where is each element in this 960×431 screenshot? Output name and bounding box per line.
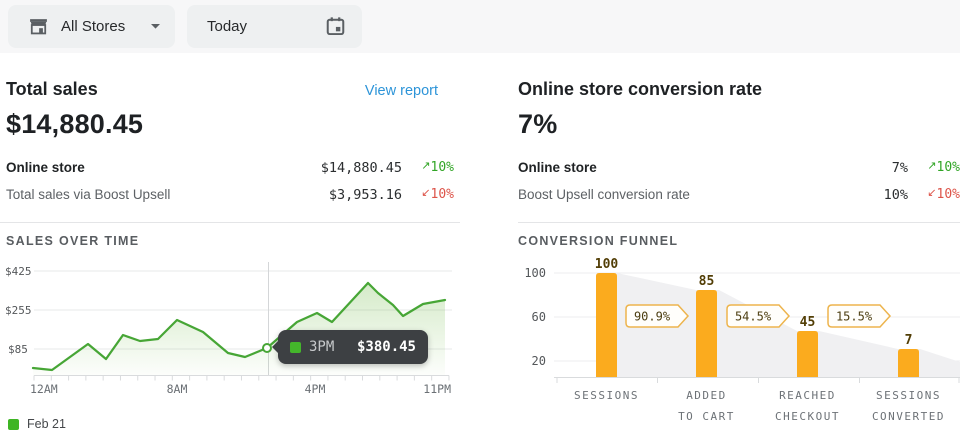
tooltip-time: 3PM [309, 339, 357, 355]
category-label: ADDED [686, 389, 727, 402]
legend-feb21-sales: Feb 21 [8, 417, 460, 431]
category-label: SESSIONS [574, 389, 639, 402]
metric-row-boost-upsell-rate: Boost Upsell conversion rate 10% ↙10% [518, 181, 960, 208]
store-selector-button[interactable]: All Stores [8, 5, 175, 48]
delta-badge-up: ↗10% [402, 160, 454, 175]
conversion-rate-badge: 90.9% [626, 305, 688, 327]
arrow-up-icon: ↗ [927, 159, 936, 172]
category-label: CONVERTED [872, 410, 945, 423]
svg-text:90.9%: 90.9% [634, 310, 671, 324]
arrow-down-icon: ↙ [927, 186, 936, 199]
bar-value: 85 [699, 274, 715, 289]
delta-badge-down: ↙10% [908, 187, 960, 202]
metric-value: 10% [884, 187, 908, 203]
arrow-up-icon: ↗ [421, 159, 430, 172]
conversion-funnel-heading: CONVERSION FUNNEL [518, 222, 960, 248]
legend-swatch-green [8, 419, 19, 430]
calendar-icon [325, 16, 346, 37]
date-range-button[interactable]: Today [187, 5, 362, 48]
total-sales-value: $14,880.45 [6, 109, 454, 140]
category-label: TO CART [678, 410, 735, 423]
funnel-bar[interactable] [696, 290, 717, 377]
conversion-rate-panel: Online store conversion rate 7% Online s… [518, 79, 960, 431]
filter-bar: All Stores Today [0, 0, 960, 53]
metric-row-online-store-rate: Online store 7% ↗10% [518, 154, 960, 181]
metric-value: 7% [892, 160, 908, 176]
series-swatch-green [290, 342, 301, 353]
delta-badge-down: ↙10% [402, 187, 454, 202]
metric-row-boost-upsell-sales: Total sales via Boost Upsell $3,953.16 ↙… [0, 181, 460, 208]
bar-value: 7 [905, 333, 913, 348]
funnel-bar[interactable] [797, 331, 818, 377]
conversion-rate-badge: 54.5% [727, 305, 789, 327]
storefront-icon [28, 16, 49, 37]
bar-value: 45 [800, 315, 816, 330]
store-selector-label: All Stores [61, 18, 140, 35]
y-tick: 20 [532, 354, 546, 368]
funnel-bar[interactable] [596, 273, 617, 377]
x-axis-ticks [557, 378, 959, 384]
category-label: SESSIONS [876, 389, 941, 402]
sales-over-time-heading: SALES OVER TIME [0, 222, 460, 248]
x-tick: 8AM [167, 382, 188, 396]
conversion-rate-value: 7% [518, 109, 954, 140]
category-label: REACHED [779, 389, 836, 402]
x-tick: 4PM [305, 382, 326, 396]
metric-label: Online store [518, 160, 892, 175]
total-sales-title: Total sales [6, 79, 98, 100]
conversion-funnel-chart[interactable]: 100 60 20 100 85 45 7 90.9% 54.5% [518, 254, 960, 431]
bar-value: 100 [595, 257, 619, 272]
total-sales-panel: Total sales View report $14,880.45 Onlin… [0, 79, 460, 431]
metric-value: $3,953.16 [329, 187, 402, 203]
y-tick: 100 [524, 266, 546, 280]
svg-text:15.5%: 15.5% [836, 310, 873, 324]
arrow-down-icon: ↙ [421, 186, 430, 199]
svg-text:54.5%: 54.5% [735, 310, 772, 324]
view-report-link[interactable]: View report [365, 83, 438, 99]
metric-label: Online store [6, 160, 321, 175]
metric-row-online-store-sales: Online store $14,880.45 ↗10% [0, 154, 460, 181]
sales-line-chart[interactable]: $425 $255 $85 12AM 8AM 4PM 11PM 3PM $380… [0, 254, 460, 411]
date-range-label: Today [207, 18, 315, 35]
tooltip-value: $380.45 [357, 339, 416, 355]
delta-badge-up: ↗10% [908, 160, 960, 175]
y-tick: 60 [532, 310, 546, 324]
conversion-rate-title: Online store conversion rate [518, 79, 762, 100]
x-axis-ticks [34, 376, 449, 381]
metric-value: $14,880.45 [321, 160, 402, 176]
hover-point-marker [263, 344, 271, 352]
y-tick: $85 [8, 343, 28, 356]
x-tick: 11PM [423, 382, 451, 396]
chevron-down-icon [150, 23, 161, 30]
category-label: CHECKOUT [775, 410, 840, 423]
x-tick: 12AM [30, 382, 58, 396]
metric-label: Boost Upsell conversion rate [518, 187, 884, 202]
metric-label: Total sales via Boost Upsell [6, 187, 329, 202]
funnel-bar[interactable] [898, 349, 919, 377]
y-tick: $425 [5, 265, 32, 278]
legend-label: Feb 21 [27, 417, 66, 431]
y-tick: $255 [5, 304, 32, 317]
conversion-rate-badge: 15.5% [828, 305, 890, 327]
chart-tooltip: 3PM $380.45 [278, 330, 428, 364]
